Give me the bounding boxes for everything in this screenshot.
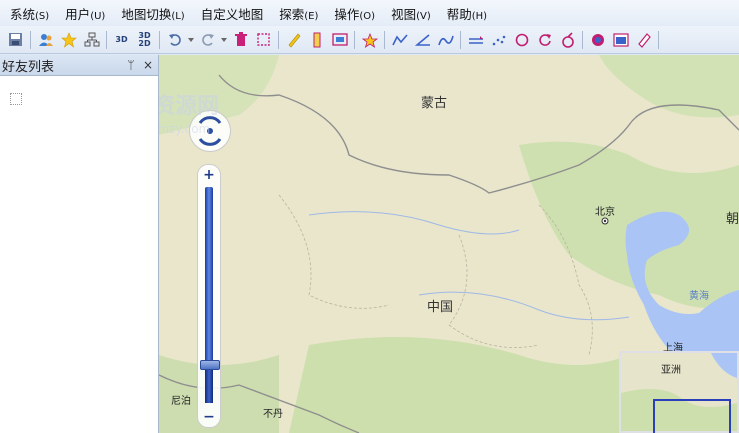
lasso-icon[interactable] bbox=[557, 29, 578, 50]
zoom-in-button[interactable]: + bbox=[198, 167, 220, 183]
star-icon[interactable] bbox=[58, 29, 79, 50]
circle-icon[interactable] bbox=[511, 29, 532, 50]
panel-header: 好友列表 ᛘ × bbox=[0, 55, 158, 76]
menu-label: 视图 bbox=[391, 6, 417, 22]
overview-label-asia: 亚洲 bbox=[661, 365, 681, 376]
users-icon[interactable] bbox=[35, 29, 56, 50]
network-icon[interactable] bbox=[81, 29, 102, 50]
3d-2d-icon[interactable]: 3D 2D bbox=[134, 29, 155, 50]
map-label-nepal: 尼泊 bbox=[171, 396, 191, 407]
overview-viewport-frame[interactable] bbox=[653, 399, 731, 433]
menu-explore[interactable]: 探索(E) bbox=[269, 4, 324, 23]
menu-custom-map[interactable]: 自定义地图 bbox=[191, 4, 270, 23]
menu-key: (O) bbox=[359, 10, 376, 22]
pan-control[interactable] bbox=[189, 110, 231, 152]
menu-operate[interactable]: 操作(O) bbox=[324, 4, 381, 23]
zoom-out-button[interactable]: − bbox=[198, 409, 220, 425]
menu-label: 自定义地图 bbox=[200, 6, 264, 22]
menu-key: (H) bbox=[471, 10, 488, 22]
3d-label: 3D bbox=[115, 34, 128, 44]
screen-icon[interactable] bbox=[329, 29, 350, 50]
zoom-slider[interactable]: + − bbox=[197, 164, 221, 428]
3d-icon[interactable]: 3D bbox=[111, 29, 132, 50]
pin-icon[interactable]: ᛘ bbox=[124, 58, 138, 72]
record-icon[interactable] bbox=[587, 29, 608, 50]
redo-icon[interactable] bbox=[197, 29, 218, 50]
toolbar-separator bbox=[159, 30, 160, 49]
zoom-track[interactable] bbox=[200, 187, 220, 403]
tree-root-node[interactable] bbox=[10, 93, 22, 105]
menu-label: 探索 bbox=[279, 6, 305, 22]
toolbar-separator bbox=[278, 30, 279, 49]
map-view[interactable]: 蒙古 中国 北京 朝 黄海 上海 尼泊 不丹 + − 亚洲 数码资源网 bbox=[159, 55, 739, 433]
compass-icon bbox=[198, 116, 222, 146]
ruler-icon[interactable] bbox=[306, 29, 327, 50]
menu-key: (E) bbox=[304, 10, 319, 22]
toolbar-separator bbox=[384, 30, 385, 49]
route-icon[interactable] bbox=[465, 29, 486, 50]
toolbar: 3D 3D 2D bbox=[0, 26, 739, 54]
menu-key: (V) bbox=[416, 10, 431, 22]
select-rect-icon[interactable] bbox=[253, 29, 274, 50]
delete-icon[interactable] bbox=[230, 29, 251, 50]
map-label-yellow-sea: 黄海 bbox=[689, 291, 709, 302]
menu-system[interactable]: 系统(S) bbox=[0, 4, 55, 23]
map-label-mongolia: 蒙古 bbox=[421, 96, 448, 111]
map-label-bhutan: 不丹 bbox=[263, 409, 283, 420]
toolbar-separator bbox=[354, 30, 355, 49]
menu-label: 地图切换 bbox=[121, 6, 172, 22]
close-icon[interactable]: × bbox=[141, 58, 155, 72]
calendar-icon[interactable] bbox=[610, 29, 631, 50]
rotate-icon[interactable] bbox=[534, 29, 555, 50]
polyline-icon[interactable] bbox=[389, 29, 410, 50]
overview-map[interactable]: 亚洲 bbox=[619, 351, 739, 433]
chevron-down-icon[interactable] bbox=[220, 29, 228, 50]
menu-label: 用户 bbox=[65, 6, 91, 22]
menu-key: (U) bbox=[90, 10, 106, 22]
pencil-icon[interactable] bbox=[283, 29, 304, 50]
2d-label: 2D bbox=[138, 38, 151, 48]
toolbar-separator bbox=[460, 30, 461, 49]
menu-key: (L) bbox=[171, 10, 185, 22]
menu-label: 系统 bbox=[10, 6, 36, 22]
menu-label: 操作 bbox=[334, 6, 360, 22]
undo-icon[interactable] bbox=[164, 29, 185, 50]
menu-map-switch[interactable]: 地图切换(L) bbox=[111, 4, 190, 23]
chevron-down-icon[interactable] bbox=[187, 29, 195, 50]
toolbar-separator bbox=[106, 30, 107, 49]
menu-user[interactable]: 用户(U) bbox=[55, 4, 111, 23]
zoom-handle[interactable] bbox=[200, 360, 220, 371]
toolbar-separator bbox=[582, 30, 583, 49]
menu-bar: 系统(S) 用户(U) 地图切换(L) 自定义地图 探索(E) 操作(O) 视图… bbox=[0, 0, 739, 26]
map-label-beijing: 北京 bbox=[595, 207, 615, 218]
map-label-china: 中国 bbox=[427, 300, 454, 315]
panel-title: 好友列表 bbox=[2, 59, 55, 75]
scatter-icon[interactable] bbox=[488, 29, 509, 50]
eraser-icon[interactable] bbox=[633, 29, 654, 50]
angle-icon[interactable] bbox=[412, 29, 433, 50]
menu-key: (S) bbox=[35, 10, 50, 22]
save-icon[interactable] bbox=[5, 29, 26, 50]
curve-icon[interactable] bbox=[435, 29, 456, 50]
toolbar-separator bbox=[30, 30, 31, 49]
toolbar-separator bbox=[658, 30, 659, 49]
friend-list-panel: 好友列表 ᛘ × bbox=[0, 55, 159, 433]
menu-help[interactable]: 帮助(H) bbox=[437, 4, 493, 23]
menu-view[interactable]: 视图(V) bbox=[381, 4, 437, 23]
menu-label: 帮助 bbox=[446, 6, 472, 22]
map-label-korea: 朝 bbox=[726, 212, 739, 227]
star-add-icon[interactable] bbox=[359, 29, 380, 50]
